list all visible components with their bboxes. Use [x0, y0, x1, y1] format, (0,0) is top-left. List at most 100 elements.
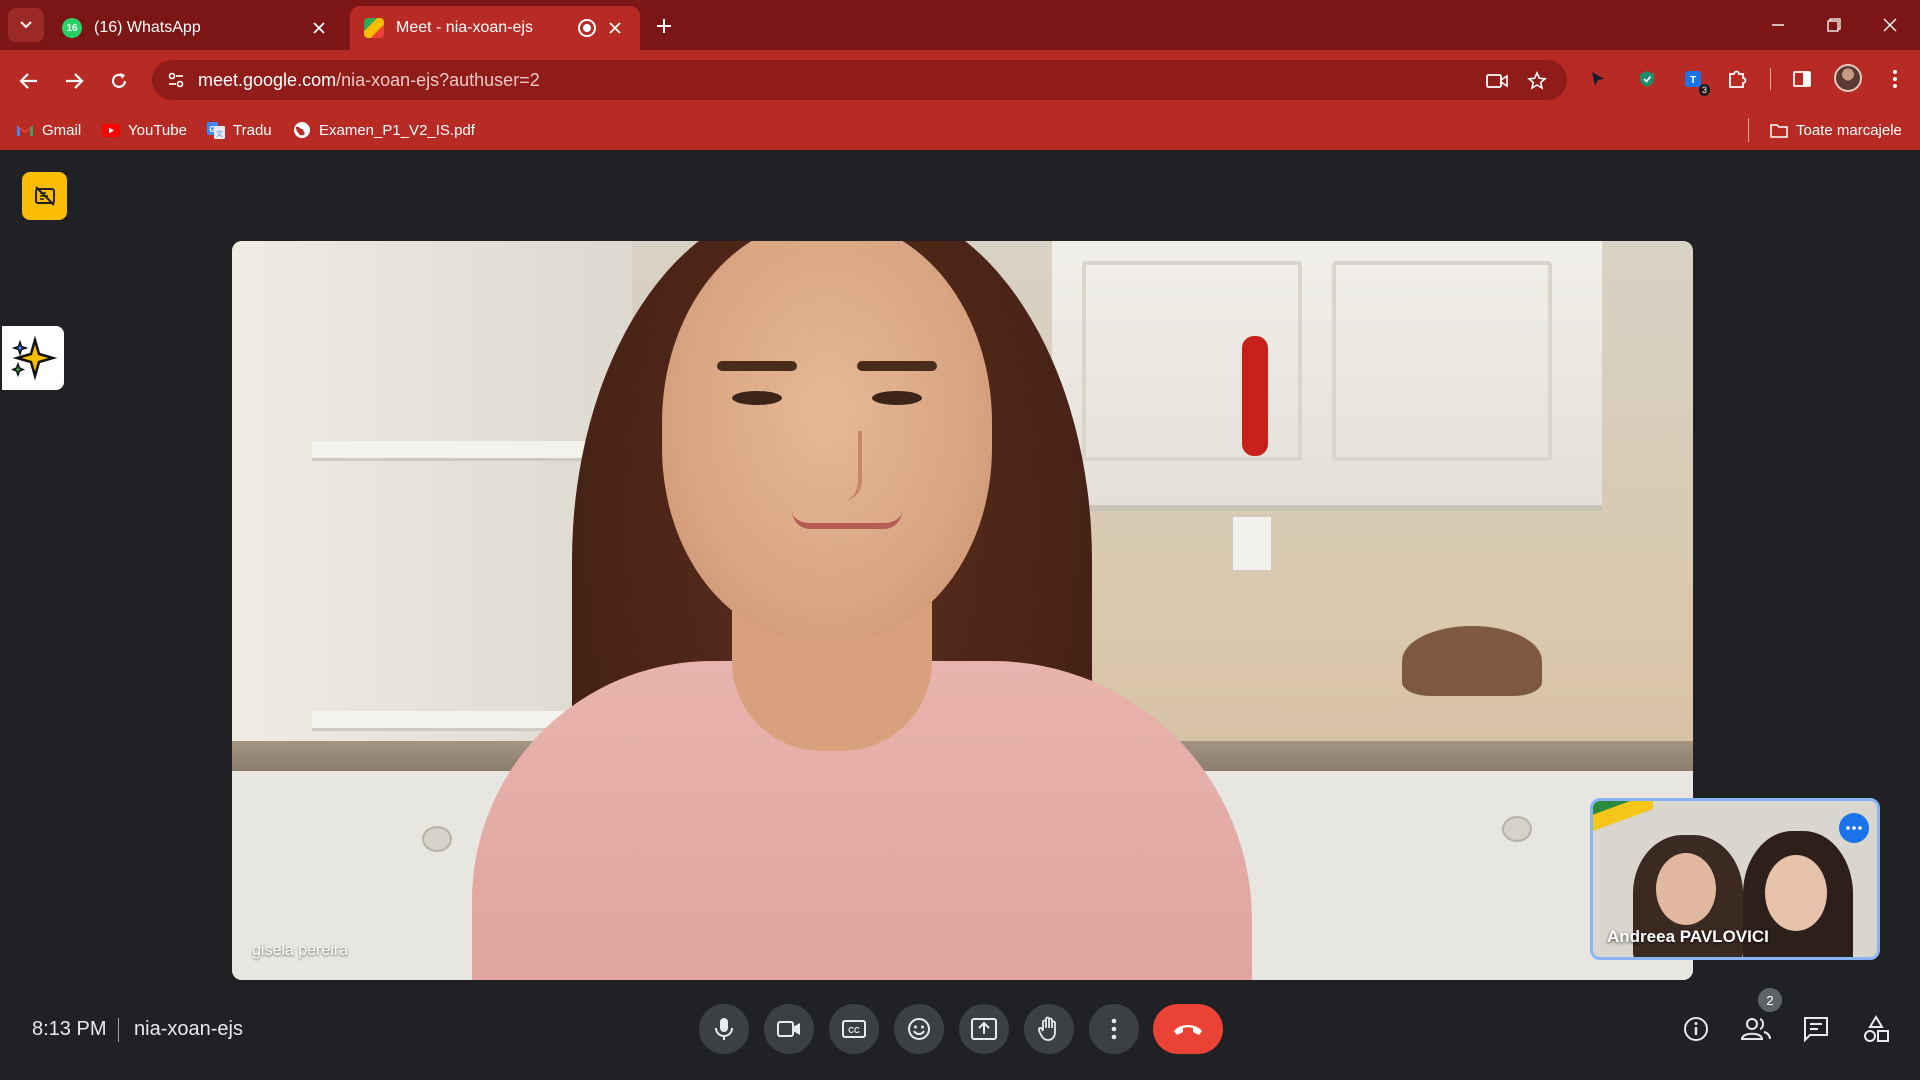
participant-face-detail [792, 511, 902, 529]
url-path: /nia-xoan-ejs?authuser=2 [336, 70, 540, 90]
camera-button[interactable] [764, 1004, 814, 1054]
bookmark-examen[interactable]: Examen_P1_V2_IS.pdf [293, 116, 475, 144]
gemini-assistant-button[interactable] [2, 326, 64, 390]
bookmark-star-button[interactable] [1524, 68, 1550, 94]
minimize-button[interactable] [1750, 0, 1806, 50]
close-tab-button[interactable] [604, 17, 626, 39]
toolbar-divider [1770, 68, 1771, 90]
whatsapp-icon: 16 [62, 18, 82, 38]
extension-cursor-button[interactable] [1583, 64, 1613, 94]
close-icon [313, 22, 325, 34]
participant-face-detail [717, 361, 797, 371]
bookmark-youtube[interactable]: YouTube [102, 116, 187, 144]
bookmark-label: YouTube [128, 121, 187, 139]
present-screen-button[interactable] [959, 1004, 1009, 1054]
participant-face [662, 241, 992, 641]
address-bar[interactable]: meet.google.com/nia-xoan-ejs?authuser=2 [152, 60, 1567, 100]
bookmark-tradu[interactable]: G文 Tradu [207, 116, 272, 144]
video-scene-card [1232, 516, 1272, 571]
leave-call-button[interactable] [1153, 1004, 1223, 1054]
video-camera-icon [1486, 74, 1508, 88]
new-tab-button[interactable] [650, 12, 678, 40]
svg-text:CC: CC [848, 1026, 860, 1035]
present-to-all-icon [971, 1018, 997, 1040]
whatsapp-badge: 16 [66, 22, 78, 34]
bookmarks-divider [1748, 118, 1749, 142]
extensions-button[interactable] [1722, 64, 1752, 94]
restore-button[interactable] [1806, 0, 1862, 50]
back-button[interactable] [12, 64, 46, 98]
microphone-button[interactable] [699, 1004, 749, 1054]
participant-count-badge: 2 [1758, 988, 1782, 1012]
recording-status-button[interactable] [22, 172, 67, 220]
chat-button[interactable] [1795, 1008, 1837, 1050]
bookmarks-bar: Gmail YouTube G文 Tradu Examen_P1_V2_IS.p… [0, 110, 1920, 150]
shield-icon [1640, 71, 1654, 87]
reactions-button[interactable] [894, 1004, 944, 1054]
participant-face-detail [857, 361, 937, 371]
chat-icon [1804, 1017, 1828, 1042]
browser-menu-button[interactable] [1880, 64, 1910, 94]
meeting-details-button[interactable] [1675, 1008, 1717, 1050]
svg-text:文: 文 [216, 129, 223, 138]
bookmark-label: Tradu [233, 121, 272, 139]
self-view-name: Andreea PAVLOVICI [1607, 927, 1769, 946]
extension-translate-button[interactable]: T 3 [1678, 64, 1710, 96]
tab-title: (16) WhatsApp [94, 19, 201, 36]
tune-icon [168, 72, 184, 88]
bookmark-label: Examen_P1_V2_IS.pdf [319, 121, 475, 139]
extension-shield-button[interactable] [1632, 64, 1662, 94]
all-bookmarks-label: Toate marcajele [1796, 121, 1902, 139]
hand-icon [1037, 1016, 1056, 1041]
minimize-icon [1772, 24, 1784, 26]
people-button[interactable] [1735, 1008, 1777, 1050]
tab-strip: 16 (16) WhatsApp Meet - nia-xoan-ejs [0, 0, 1920, 50]
svg-text:T: T [1690, 75, 1696, 86]
globe-icon [293, 121, 311, 139]
google-meet-icon [364, 18, 384, 38]
forward-button[interactable] [57, 64, 91, 98]
bookmark-gmail[interactable]: Gmail [16, 116, 81, 144]
site-info-button[interactable] [164, 68, 188, 92]
bookmark-label: Gmail [42, 121, 82, 139]
video-scene-flag [1593, 801, 1653, 835]
close-window-button[interactable] [1862, 0, 1918, 50]
closed-captions-icon: CC [842, 1020, 866, 1038]
meeting-clock: 8:13 PM [32, 1018, 107, 1040]
arrow-left-icon [19, 73, 37, 89]
main-participant-video[interactable] [232, 241, 1693, 980]
reload-button[interactable] [102, 64, 136, 98]
arrow-right-icon [66, 73, 84, 89]
video-scene-pot [1402, 626, 1542, 696]
video-scene-lanyard [1242, 336, 1268, 456]
captions-button[interactable]: CC [829, 1004, 879, 1054]
close-tab-button[interactable] [308, 17, 330, 39]
profile-avatar[interactable] [1834, 64, 1862, 92]
activities-button[interactable] [1855, 1008, 1897, 1050]
shapes-icon [1864, 1015, 1889, 1042]
camera-in-use-button[interactable] [1484, 68, 1510, 94]
more-options-button[interactable] [1089, 1004, 1139, 1054]
tab-search-button[interactable] [8, 8, 44, 42]
reload-icon [111, 73, 127, 88]
side-panel-button[interactable] [1787, 64, 1817, 94]
puzzle-icon [1729, 70, 1747, 88]
participant-face-detail [872, 391, 922, 405]
video-scene-cabinet [1052, 241, 1602, 511]
video-scene-door [1332, 261, 1552, 461]
self-view-options-button[interactable] [1839, 813, 1869, 843]
video-scene-door [1082, 261, 1302, 461]
smiley-icon [908, 1018, 930, 1040]
browser-toolbar: meet.google.com/nia-xoan-ejs?authuser=2 … [0, 50, 1920, 158]
participant-face-detail [822, 431, 862, 501]
participant-face-detail [732, 391, 782, 405]
close-icon [1883, 18, 1897, 32]
all-bookmarks-button[interactable]: Toate marcajele [1770, 116, 1902, 144]
restore-icon [1827, 18, 1841, 32]
tab-meet[interactable]: Meet - nia-xoan-ejs [350, 6, 640, 50]
recording-indicator-icon [578, 19, 596, 37]
close-icon [609, 22, 621, 34]
tab-whatsapp[interactable]: 16 (16) WhatsApp [48, 6, 344, 50]
raise-hand-button[interactable] [1024, 1004, 1074, 1054]
self-view-tile[interactable]: Andreea PAVLOVICI [1590, 798, 1880, 960]
